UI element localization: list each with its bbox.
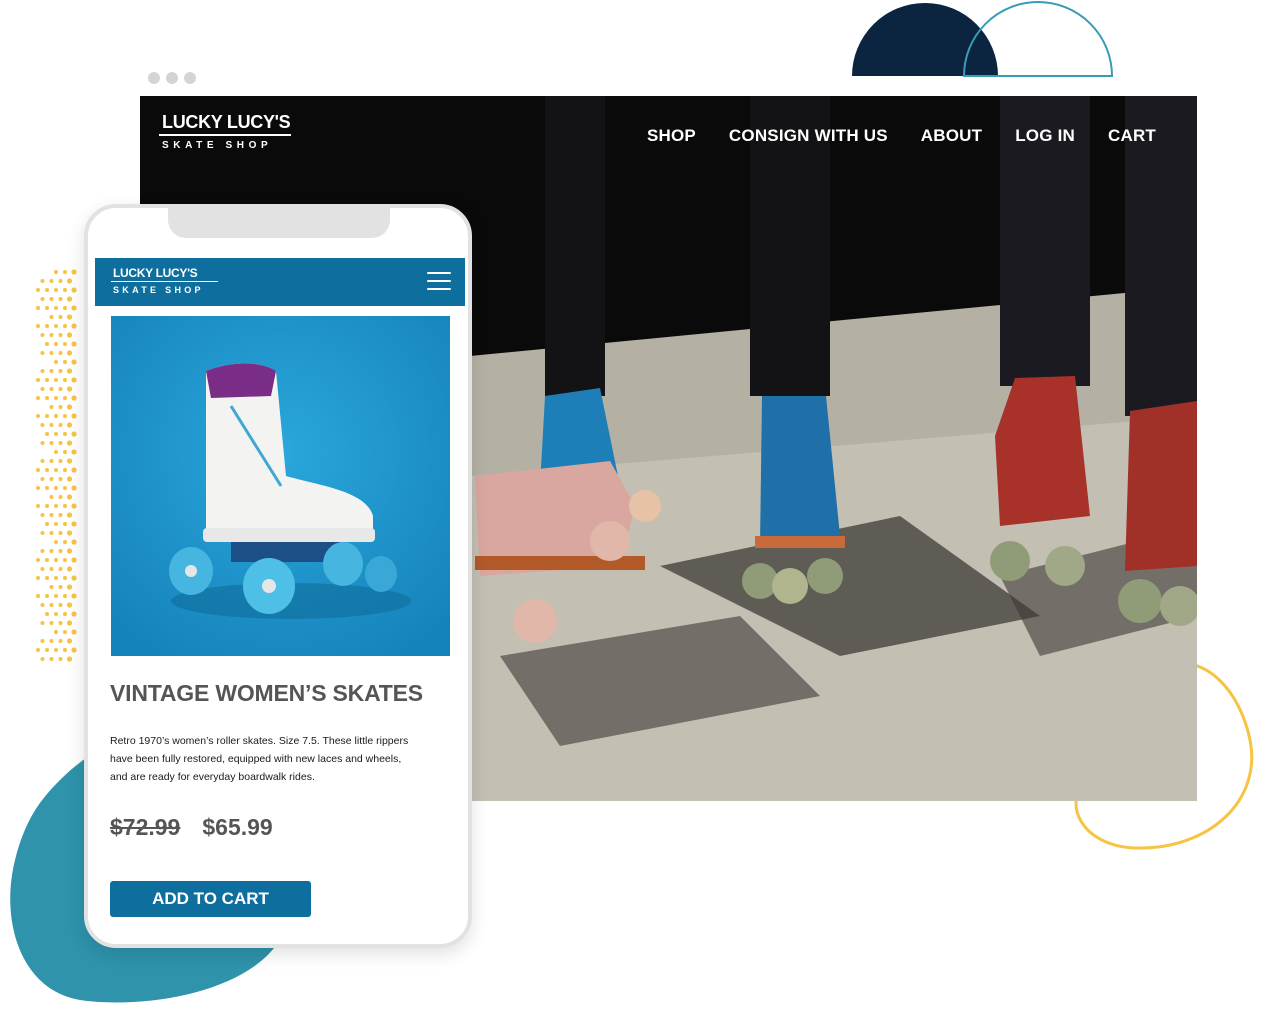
- mobile-phone-preview: LUCKY LUCY'S SKATE SHOP VINTAGE WOMEN’S …: [84, 204, 472, 948]
- nav-log-in[interactable]: LOG IN: [1015, 126, 1075, 146]
- logo-divider: [159, 134, 291, 136]
- add-to-cart-button[interactable]: ADD TO CART: [110, 881, 311, 917]
- original-price: $72.99: [110, 814, 181, 840]
- price-row: $72.99 $65.99: [110, 814, 273, 841]
- nav-shop[interactable]: SHOP: [647, 126, 696, 146]
- browser-window-dots: [148, 72, 196, 84]
- yellow-dot-pattern: [36, 269, 77, 662]
- mobile-logo[interactable]: LUCKY LUCY'S SKATE SHOP: [111, 266, 218, 295]
- desktop-logo[interactable]: LUCKY LUCY'S SKATE SHOP: [159, 112, 291, 152]
- sale-price: $65.99: [202, 814, 273, 840]
- hamburger-menu-icon[interactable]: [427, 272, 451, 292]
- desktop-nav: SHOP CONSIGN WITH US ABOUT LOG IN CART: [647, 126, 1156, 146]
- brand-tagline: SKATE SHOP: [162, 140, 273, 151]
- product-description: Retro 1970’s women’s roller skates. Size…: [110, 735, 409, 783]
- logo-divider: [111, 281, 218, 282]
- nav-about[interactable]: ABOUT: [921, 126, 982, 146]
- brand-tagline: SKATE SHOP: [113, 285, 204, 295]
- window-dot: [166, 72, 178, 84]
- brand-name: LUCKY LUCY'S: [162, 112, 291, 132]
- nav-cart[interactable]: CART: [1108, 126, 1156, 146]
- window-dot: [184, 72, 196, 84]
- product-title: VINTAGE WOMEN’S SKATES: [110, 680, 423, 706]
- product-image: [111, 316, 450, 656]
- nav-consign[interactable]: CONSIGN WITH US: [729, 126, 888, 146]
- mobile-header: LUCKY LUCY'S SKATE SHOP: [95, 258, 465, 306]
- phone-notch: [168, 204, 390, 238]
- navy-half-circle: [852, 3, 998, 76]
- window-dot: [148, 72, 160, 84]
- brand-name: LUCKY LUCY'S: [113, 266, 198, 280]
